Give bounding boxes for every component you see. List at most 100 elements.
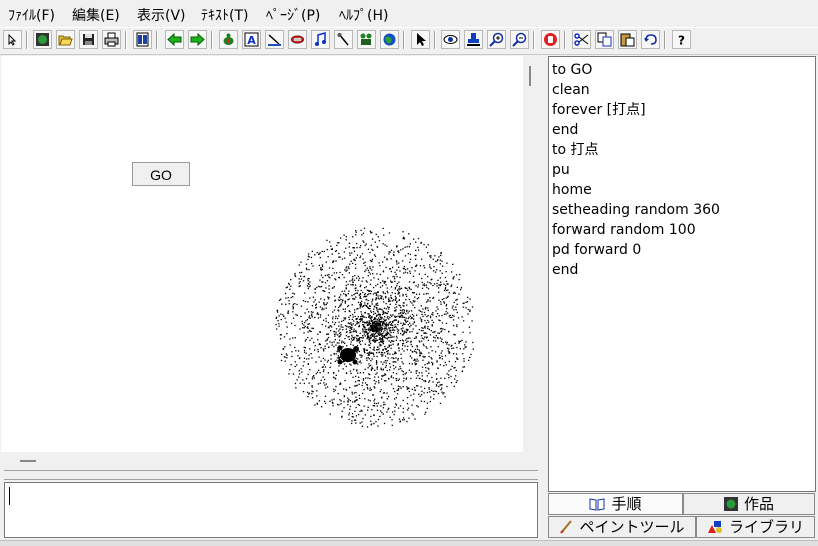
floppy-disk-icon	[83, 34, 94, 45]
paintbrush-icon	[559, 519, 573, 539]
globe-icon	[36, 33, 49, 46]
command-center-splitter[interactable]	[4, 470, 538, 480]
new-web-button[interactable]	[380, 30, 399, 49]
scroll-thumb[interactable]	[529, 66, 531, 86]
save-button[interactable]	[79, 30, 98, 49]
toolbar-separator	[533, 31, 535, 49]
tab-paint-tools-label: ペイントツール	[579, 518, 685, 536]
menu-file[interactable]: ﾌｧｲﾙ(F)	[8, 5, 55, 25]
page-canvas[interactable]: GO	[1, 56, 523, 452]
arrow-right-icon	[190, 32, 205, 47]
microphone-icon	[337, 33, 349, 46]
tab-library[interactable]: ライブラリ	[696, 516, 815, 538]
help-button[interactable]: ?	[672, 30, 691, 49]
svg-text:A: A	[247, 34, 256, 47]
previous-page-button[interactable]	[165, 30, 184, 49]
menu-view[interactable]: 表示(V)	[137, 5, 186, 25]
procedure-line: forward random 100	[552, 222, 696, 238]
procedure-line: to GO	[552, 62, 593, 78]
new-sound-button[interactable]	[334, 30, 353, 49]
textbox-icon: A	[244, 32, 259, 47]
new-turtle-button[interactable]	[219, 30, 238, 49]
page-view-button[interactable]	[133, 30, 152, 49]
eye-tool-button[interactable]	[441, 30, 460, 49]
video-camera-icon	[360, 33, 372, 45]
paste-button[interactable]	[618, 30, 637, 49]
pointer-small-button[interactable]	[3, 30, 22, 49]
copy-icon	[597, 32, 612, 47]
tab-library-label: ライブラリ	[728, 518, 804, 536]
menu-text[interactable]: ﾃｷｽﾄ(T)	[201, 5, 248, 25]
menu-page[interactable]: ﾍﾟｰｼﾞ(P)	[266, 5, 320, 25]
shapes-icon	[707, 519, 723, 539]
music-note-icon	[315, 32, 326, 46]
arrow-left-icon	[167, 32, 182, 47]
eye-icon	[443, 35, 458, 44]
menu-help[interactable]: ﾍﾙﾌﾟ(H)	[339, 5, 388, 25]
select-tool-button[interactable]	[411, 30, 430, 49]
new-slider-button[interactable]	[265, 30, 284, 49]
open-button[interactable]	[56, 30, 75, 49]
folder-open-icon	[58, 35, 73, 46]
procedures-editor[interactable]: to GO clean forever [打点] end to 打点 pu ho…	[548, 56, 816, 492]
procedure-line: pd forward 0	[552, 242, 642, 258]
zoom-in-button[interactable]	[487, 30, 506, 49]
menu-edit[interactable]: 編集(E)	[72, 5, 120, 25]
earth-icon	[383, 33, 396, 46]
new-video-button[interactable]	[357, 30, 376, 49]
procedure-line: end	[552, 122, 579, 138]
clipboard-icon	[620, 33, 635, 47]
tab-paint-tools[interactable]: ペイントツール	[548, 516, 696, 538]
procedure-line: to 打点	[552, 142, 599, 158]
toolbar-separator	[156, 31, 158, 49]
command-center-input[interactable]	[4, 482, 538, 538]
tab-project[interactable]: 作品	[683, 493, 815, 515]
procedure-line: pu	[552, 162, 570, 178]
toolbar: A ?	[0, 27, 818, 55]
toolbar-separator	[211, 31, 213, 49]
print-button[interactable]	[102, 30, 121, 49]
stamp-icon	[467, 33, 480, 46]
scissors-icon	[574, 33, 589, 46]
copy-button[interactable]	[595, 30, 614, 49]
turtle-dots-drawing	[275, 227, 474, 428]
cut-button[interactable]	[572, 30, 591, 49]
next-page-button[interactable]	[188, 30, 207, 49]
menu-bar: ﾌｧｲﾙ(F) 編集(E) 表示(V) ﾃｷｽﾄ(T) ﾍﾟｰｼﾞ(P) ﾍﾙﾌ…	[0, 0, 818, 26]
toolbar-separator	[403, 31, 405, 49]
tab-procedures[interactable]: 手順	[548, 493, 683, 515]
toolbar-separator	[564, 31, 566, 49]
stamp-tool-button[interactable]	[464, 30, 483, 49]
toolbar-separator	[125, 31, 127, 49]
go-button[interactable]: GO	[132, 162, 190, 186]
globe-icon	[723, 496, 738, 516]
new-project-button[interactable]	[33, 30, 52, 49]
toolbar-separator	[26, 31, 28, 49]
stop-all-button[interactable]	[541, 30, 560, 49]
procedure-line: setheading random 360	[552, 202, 720, 218]
procedure-line: clean	[552, 82, 590, 98]
help-label: ?	[678, 34, 685, 48]
book-icon	[589, 496, 605, 516]
new-button-button[interactable]	[288, 30, 307, 49]
procedure-line: home	[552, 182, 592, 198]
help-question-icon: ?	[678, 34, 685, 48]
canvas-scrollbar[interactable]	[523, 56, 538, 456]
new-melody-button[interactable]	[311, 30, 330, 49]
toolbar-separator	[664, 31, 666, 49]
arrow-pointer-icon	[417, 33, 426, 46]
status-bar	[0, 540, 818, 546]
pages-icon	[136, 32, 149, 47]
procedure-line: forever [打点]	[552, 102, 646, 118]
procedure-line: end	[552, 262, 579, 278]
zoom-out-button[interactable]	[510, 30, 529, 49]
slider-icon	[268, 34, 281, 46]
zoom-in-icon	[489, 32, 504, 47]
cursor-icon	[8, 33, 17, 46]
stop-hand-icon	[544, 33, 557, 46]
new-textbox-button[interactable]: A	[242, 30, 261, 49]
button-icon	[291, 35, 304, 44]
turtle-icon[interactable]	[335, 341, 363, 369]
undo-button[interactable]	[641, 30, 660, 49]
resize-handle[interactable]	[20, 460, 36, 462]
